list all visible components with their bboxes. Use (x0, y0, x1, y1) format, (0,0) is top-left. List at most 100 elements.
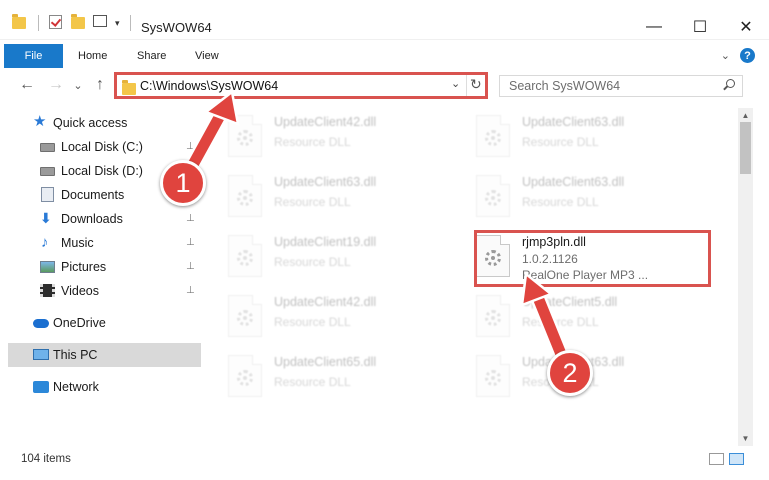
tiles-view-icon[interactable] (729, 453, 744, 465)
tab-home[interactable]: Home (78, 44, 107, 68)
recent-locations-chevron-icon[interactable]: ⌄ (69, 76, 87, 94)
file-tile[interactable]: UpdateClient5.dll Resource DLL (458, 288, 688, 338)
file-highlight-box (474, 230, 711, 287)
sidebar-item-quick-access[interactable]: ★ Quick access (0, 111, 201, 135)
address-bar[interactable]: C:\Windows\SysWOW64 ⌄ ↻ (114, 72, 488, 99)
folder-icon (122, 80, 136, 95)
pictures-icon (40, 261, 55, 273)
help-icon[interactable]: ? (740, 48, 755, 63)
scrollbar-thumb[interactable] (740, 122, 751, 174)
file-name: UpdateClient63.dll (274, 175, 377, 189)
dll-file-icon (228, 295, 262, 337)
file-tile[interactable]: UpdateClient42.dll Resource DLL (210, 288, 440, 338)
file-description: Resource DLL (522, 195, 599, 209)
star-icon: ★ (33, 113, 47, 130)
sidebar-item-local-disk-c[interactable]: Local Disk (C:) ⊥ (0, 135, 201, 159)
pin-icon[interactable]: ⊥ (186, 237, 195, 248)
pin-icon[interactable]: ⊥ (186, 285, 195, 296)
address-path[interactable]: C:\Windows\SysWOW64 (140, 79, 278, 93)
file-description: Resource DLL (274, 375, 351, 389)
dll-file-icon (228, 355, 262, 397)
tab-file[interactable]: File (4, 44, 63, 68)
file-name: UpdateClient65.dll (274, 355, 377, 369)
sidebar-item-videos[interactable]: Videos ⊥ (0, 279, 201, 303)
file-tile[interactable]: UpdateClient63.dll Resource DLL (210, 168, 440, 218)
file-tile[interactable]: UpdateClient42.dll Resource DLL (210, 108, 440, 158)
search-input[interactable]: Search SysWOW64 (509, 79, 620, 93)
quick-access-toolbar: ▾ (12, 14, 135, 31)
sidebar-item-pictures[interactable]: Pictures ⊥ (0, 255, 201, 279)
sidebar-item-network[interactable]: Network (0, 375, 201, 399)
scroll-up-arrow-icon[interactable]: ▲ (738, 108, 753, 123)
expand-ribbon-chevron-icon[interactable]: ⌄ (721, 49, 730, 62)
pc-icon (33, 349, 49, 360)
maximize-button[interactable]: ☐ (677, 14, 723, 40)
pin-icon[interactable]: ⊥ (186, 261, 195, 272)
sidebar-item-label: Quick access (53, 116, 128, 130)
file-description: Resource DLL (274, 255, 351, 269)
address-dropdown-chevron-icon[interactable]: ⌄ (451, 77, 460, 90)
file-tile[interactable]: UpdateClient63.dll Resource DLL (458, 108, 688, 158)
tab-share[interactable]: Share (137, 44, 166, 68)
search-box[interactable]: Search SysWOW64 (499, 75, 743, 97)
video-icon (40, 284, 55, 297)
music-icon: ♪ (41, 234, 49, 251)
file-name: UpdateClient42.dll (274, 295, 377, 309)
vertical-scrollbar[interactable]: ▲ ▼ (738, 108, 753, 446)
sidebar-item-onedrive[interactable]: OneDrive (0, 311, 201, 335)
dll-file-icon (476, 175, 510, 217)
navigation-pane: ★ Quick access Local Disk (C:) ⊥ Local D… (0, 110, 205, 445)
properties-icon[interactable] (93, 15, 109, 31)
search-icon[interactable] (723, 79, 735, 90)
window-controls: — ☐ ✕ (631, 14, 769, 40)
scroll-down-arrow-icon[interactable]: ▼ (738, 431, 753, 446)
sidebar-item-label: Music (61, 236, 94, 250)
cloud-icon (33, 319, 49, 328)
file-name: UpdateClient63.dll (522, 115, 625, 129)
new-folder-icon[interactable] (71, 14, 87, 31)
minimize-button[interactable]: — (631, 14, 677, 40)
dll-file-icon (476, 295, 510, 337)
properties-check-icon[interactable] (49, 15, 65, 31)
callout-step-1: 1 (160, 160, 206, 206)
pin-icon[interactable]: ⊥ (186, 213, 195, 224)
sidebar-item-label: Network (53, 380, 99, 394)
file-description: Resource DLL (274, 135, 351, 149)
disk-icon (40, 143, 55, 152)
file-tile[interactable]: UpdateClient19.dll Resource DLL (210, 228, 440, 278)
sidebar-item-label: Pictures (61, 260, 107, 274)
title-bar: ▾ SysWOW64 — ☐ ✕ (0, 0, 769, 40)
up-arrow-icon[interactable]: ↑ (91, 76, 109, 94)
file-description: Resource DLL (274, 195, 351, 209)
dll-file-icon (228, 115, 262, 157)
callout-step-2: 2 (547, 350, 593, 396)
file-name: UpdateClient63.dll (522, 175, 625, 189)
details-view-icon[interactable] (709, 453, 724, 465)
file-description: Resource DLL (522, 315, 599, 329)
file-description: Resource DLL (274, 315, 351, 329)
sidebar-item-label: Local Disk (D:) (61, 164, 143, 178)
sidebar-item-music[interactable]: ♪ Music ⊥ (0, 231, 201, 255)
back-arrow-icon[interactable]: ← (18, 76, 36, 94)
pin-icon[interactable]: ⊥ (186, 141, 195, 152)
sidebar-item-downloads[interactable]: ⬇ Downloads ⊥ (0, 207, 201, 231)
forward-arrow-icon[interactable]: → (47, 76, 65, 94)
address-divider (466, 75, 467, 96)
customize-toolbar-dropdown[interactable]: ▾ (115, 18, 120, 29)
file-description: Resource DLL (522, 135, 599, 149)
close-button[interactable]: ✕ (723, 14, 769, 40)
refresh-icon[interactable]: ↻ (470, 76, 482, 93)
sidebar-item-label: Local Disk (C:) (61, 140, 143, 154)
dll-file-icon (228, 235, 262, 277)
file-tile[interactable]: UpdateClient63.dll Resource DLL (458, 168, 688, 218)
sidebar-item-this-pc[interactable]: This PC (8, 343, 201, 367)
file-tile[interactable]: UpdateClient65.dll Resource DLL (210, 348, 440, 398)
sidebar-item-label: This PC (53, 348, 98, 362)
dll-file-icon (476, 355, 510, 397)
tab-view[interactable]: View (195, 44, 219, 68)
item-count: 104 items (21, 453, 71, 465)
folder-icon[interactable] (12, 14, 28, 31)
toolbar-divider (38, 15, 39, 31)
disk-icon (40, 167, 55, 176)
documents-icon (41, 187, 54, 202)
